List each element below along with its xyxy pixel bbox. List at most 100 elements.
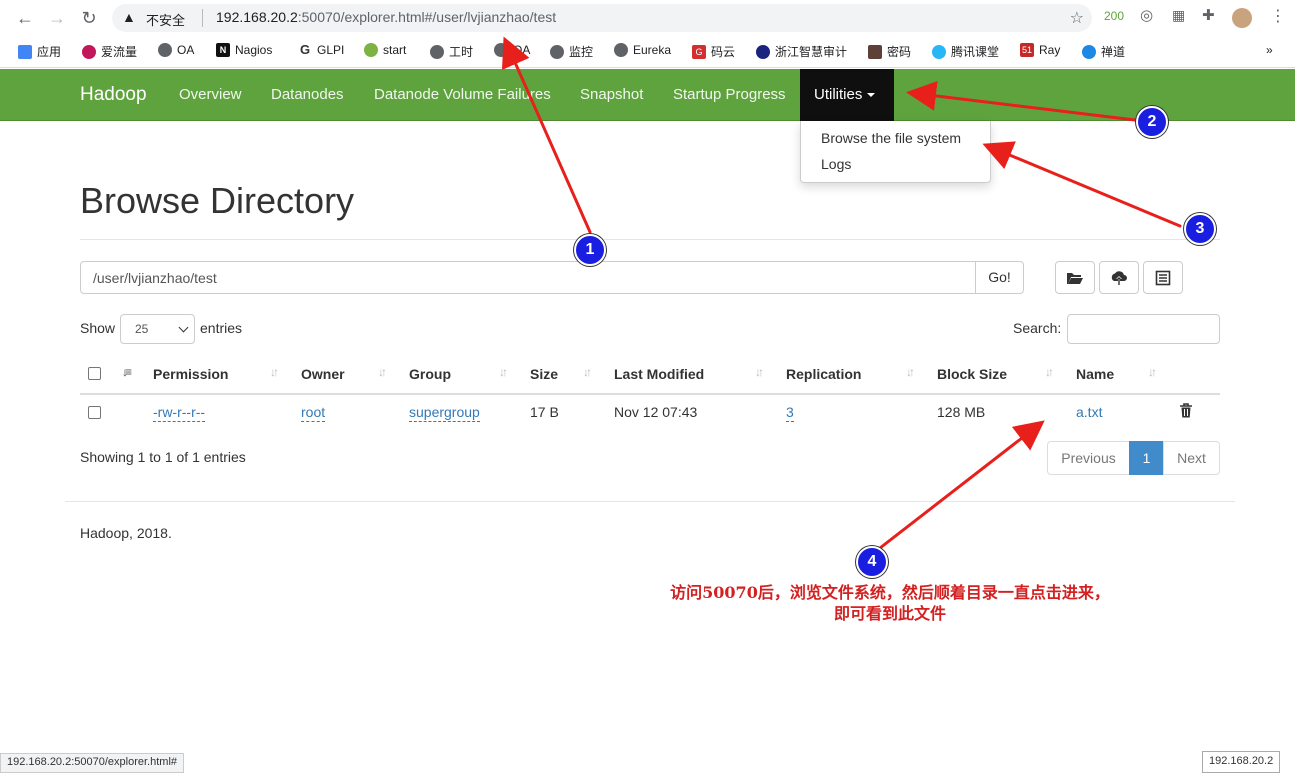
sort-icon[interactable]: ↓↑ bbox=[270, 365, 279, 379]
bookmark-item[interactable]: 密码 bbox=[868, 43, 911, 60]
menu-dots-icon[interactable]: ⋮ bbox=[1270, 6, 1286, 26]
sort-active-icon[interactable]: ↓≡ bbox=[122, 365, 132, 379]
apps-grid-icon bbox=[18, 44, 32, 59]
header-last-modified[interactable]: Last Modified bbox=[614, 366, 704, 382]
bookmark-item[interactable]: G 码云 bbox=[692, 43, 735, 60]
bookmark-item[interactable]: OA bbox=[158, 43, 194, 57]
permission-value[interactable]: -rw-r--r-- bbox=[153, 404, 206, 422]
browser-toolbar: ← → ↻ ▲ 不安全 192.168.20.2:50070/explorer.… bbox=[0, 0, 1295, 36]
entries-select[interactable]: 25 bbox=[120, 314, 195, 344]
path-input[interactable]: /user/lvjianzhao/test bbox=[80, 261, 977, 294]
page-1-button[interactable]: 1 bbox=[1129, 441, 1164, 475]
sort-icon[interactable]: ↓↑ bbox=[1148, 365, 1157, 379]
nav-utilities[interactable]: Utilities bbox=[800, 69, 894, 121]
globe-icon bbox=[614, 43, 628, 57]
bookmark-item[interactable]: 工时 bbox=[430, 43, 473, 60]
cloud-upload-icon bbox=[1111, 270, 1127, 285]
search-input[interactable] bbox=[1067, 314, 1220, 344]
row-checkbox[interactable] bbox=[88, 406, 101, 419]
sort-icon[interactable]: ↓↑ bbox=[499, 365, 508, 379]
select-all-checkbox[interactable] bbox=[88, 367, 101, 380]
block-size-value: 128 MB bbox=[937, 404, 986, 420]
header-name[interactable]: Name bbox=[1076, 366, 1114, 382]
modified-value: Nov 12 07:43 bbox=[614, 404, 698, 420]
owner-value[interactable]: root bbox=[301, 404, 326, 422]
qr-code-icon[interactable]: ▦ bbox=[1172, 7, 1185, 24]
entries-label: entries bbox=[200, 320, 243, 336]
replication-value[interactable]: 3 bbox=[786, 404, 794, 422]
nav-datanodes[interactable]: Datanodes bbox=[271, 86, 344, 103]
globe-icon bbox=[494, 43, 508, 57]
site-icon bbox=[756, 44, 770, 59]
puzzle-icon[interactable]: ✚ bbox=[1202, 6, 1215, 24]
bookmark-item[interactable]: 爱流量 bbox=[82, 43, 137, 60]
bookmark-item[interactable]: Eureka bbox=[614, 43, 671, 57]
nav-snapshot[interactable]: Snapshot bbox=[580, 86, 643, 103]
address-bar[interactable]: ▲ 不安全 192.168.20.2:50070/explorer.html#/… bbox=[112, 4, 1092, 32]
status-host: 192.168.20.2 bbox=[1202, 751, 1281, 773]
nav-datanode-volume-failures[interactable]: Datanode Volume Failures bbox=[374, 86, 551, 103]
star-icon[interactable]: ☆ bbox=[1070, 8, 1084, 28]
nagios-icon: N bbox=[216, 43, 230, 57]
menu-browse-file-system[interactable]: Browse the file system bbox=[821, 130, 961, 146]
extension-icon[interactable]: ◎ bbox=[1140, 6, 1153, 24]
site-icon bbox=[1082, 44, 1096, 59]
nav-utilities-label: Utilities bbox=[814, 86, 863, 103]
header-size[interactable]: Size bbox=[530, 366, 558, 382]
previous-button[interactable]: Previous bbox=[1047, 441, 1130, 475]
bookmark-item[interactable]: QA bbox=[494, 43, 530, 57]
bookmark-apps[interactable]: 应用 bbox=[18, 43, 61, 60]
back-arrow-icon[interactable]: ← bbox=[14, 7, 36, 29]
create-directory-button[interactable] bbox=[1055, 261, 1095, 294]
sort-icon[interactable]: ↓↑ bbox=[906, 365, 915, 379]
globe-icon bbox=[550, 44, 564, 59]
bookmark-item[interactable]: start bbox=[364, 43, 406, 57]
sort-icon[interactable]: ↓↑ bbox=[1045, 365, 1054, 379]
bookmark-item[interactable]: 禅道 bbox=[1082, 43, 1125, 60]
sort-icon[interactable]: ↓↑ bbox=[378, 365, 387, 379]
sort-icon[interactable]: ↓↑ bbox=[583, 365, 592, 379]
insecure-label: 不安全 bbox=[146, 13, 186, 28]
extension-badge[interactable]: 200 bbox=[1104, 9, 1124, 23]
reload-icon[interactable]: ↻ bbox=[78, 7, 100, 29]
showing-info: Showing 1 to 1 of 1 entries bbox=[80, 449, 246, 465]
bookmark-item[interactable]: 51 Ray bbox=[1020, 43, 1060, 57]
menu-logs[interactable]: Logs bbox=[821, 156, 851, 172]
header-permission[interactable]: Permission bbox=[153, 366, 228, 382]
header-owner[interactable]: Owner bbox=[301, 366, 345, 382]
header-replication[interactable]: Replication bbox=[786, 366, 861, 382]
go-button[interactable]: Go! bbox=[975, 261, 1024, 294]
bookmark-item[interactable]: 腾讯课堂 bbox=[932, 43, 999, 60]
sort-icon[interactable]: ↓↑ bbox=[755, 365, 764, 379]
next-button[interactable]: Next bbox=[1163, 441, 1220, 475]
file-name-link[interactable]: a.txt bbox=[1076, 404, 1102, 420]
gitee-icon: G bbox=[692, 44, 706, 59]
group-value[interactable]: supergroup bbox=[409, 404, 480, 422]
bookmark-item[interactable]: N Nagios bbox=[216, 43, 272, 57]
annotation-badge-1: 1 bbox=[574, 234, 606, 266]
header-group[interactable]: Group bbox=[409, 366, 451, 382]
annotation-note: 访问50070后，浏览文件系统，然后顺着目录一直点击进来， 即可看到此文件 bbox=[590, 582, 1190, 624]
bookmark-item[interactable]: 浙江智慧审计 bbox=[756, 43, 847, 60]
glpi-icon: G bbox=[298, 42, 312, 57]
trash-glyph bbox=[1180, 403, 1192, 418]
nav-overview[interactable]: Overview bbox=[179, 86, 242, 103]
search-label: Search: bbox=[1013, 320, 1062, 336]
nav-startup-progress[interactable]: Startup Progress bbox=[673, 86, 786, 103]
site-icon bbox=[364, 43, 378, 57]
bookmark-item[interactable]: G GLPI bbox=[298, 43, 344, 57]
footer-text: Hadoop, 2018. bbox=[80, 525, 172, 541]
upload-button[interactable] bbox=[1099, 261, 1139, 294]
annotation-note-line-2: 即可看到此文件 bbox=[833, 604, 946, 623]
list-alt-icon bbox=[1155, 270, 1171, 285]
brand-logo[interactable]: Hadoop bbox=[80, 84, 147, 106]
bookmark-item[interactable]: 监控 bbox=[550, 43, 593, 60]
trash-icon[interactable] bbox=[1179, 403, 1193, 423]
cut-paste-button[interactable] bbox=[1143, 261, 1183, 294]
bookmarks-bar: 应用 爱流量 OA N Nagios G GLPI start 工时 QA 监控 E… bbox=[0, 36, 1295, 68]
forward-arrow-icon[interactable]: → bbox=[46, 7, 68, 29]
avatar[interactable] bbox=[1232, 8, 1252, 28]
divider bbox=[202, 9, 203, 27]
header-block-size[interactable]: Block Size bbox=[937, 366, 1007, 382]
bookmarks-more[interactable]: » bbox=[1266, 43, 1273, 57]
